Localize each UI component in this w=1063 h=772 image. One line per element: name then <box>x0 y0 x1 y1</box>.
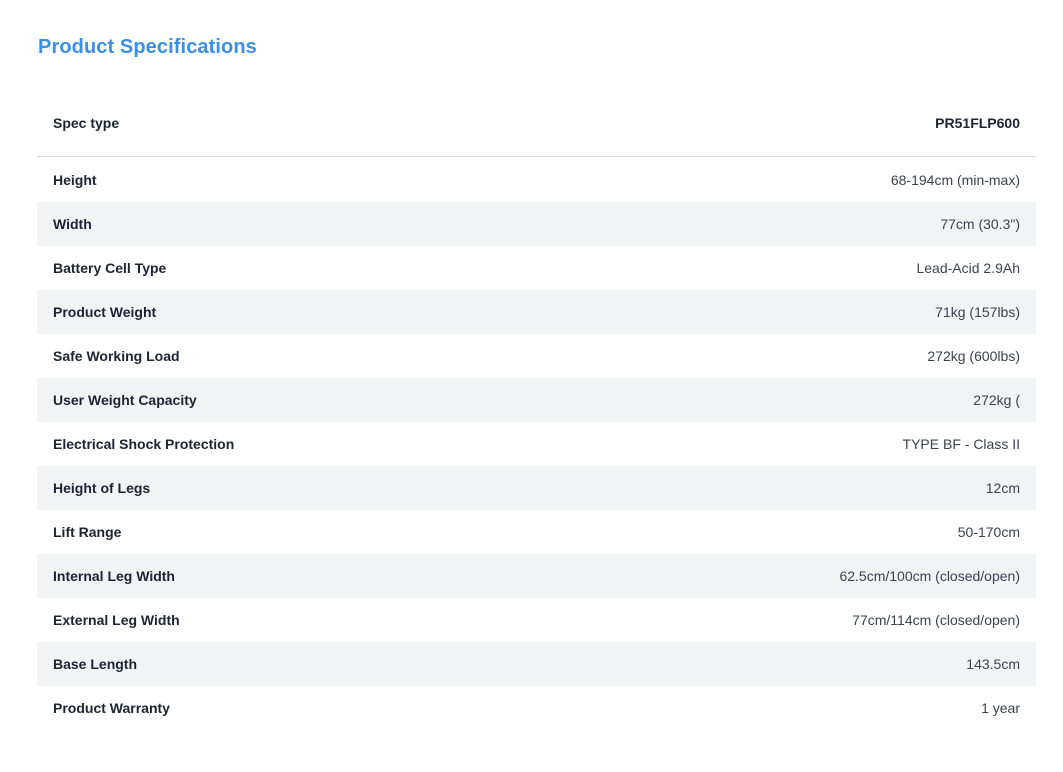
spec-label: Electrical Shock Protection <box>53 436 235 452</box>
spec-label: User Weight Capacity <box>53 392 197 408</box>
page-title: Product Specifications <box>38 36 257 58</box>
spec-header-value: PR51FLP600 <box>935 115 1020 131</box>
spec-label: External Leg Width <box>53 612 180 628</box>
spec-label: Product Warranty <box>53 700 170 716</box>
spec-table: Spec type PR51FLP600 Height 68-194cm (mi… <box>37 90 1036 730</box>
spec-row-product-weight: Product Weight 71kg (157lbs) <box>37 290 1036 334</box>
spec-row-height: Height 68-194cm (min-max) <box>37 158 1036 202</box>
spec-row-product-warranty: Product Warranty 1 year <box>37 686 1036 730</box>
spec-label: Safe Working Load <box>53 348 180 364</box>
spec-label: Internal Leg Width <box>53 568 175 584</box>
spec-row-internal-leg-width: Internal Leg Width 62.5cm/100cm (closed/… <box>37 554 1036 598</box>
spec-row-battery-cell-type: Battery Cell Type Lead-Acid 2.9Ah <box>37 246 1036 290</box>
spec-value: 272kg (600lbs) <box>927 348 1020 364</box>
spec-row-user-weight-capacity: User Weight Capacity 272kg ( <box>37 378 1036 422</box>
spec-row-lift-range: Lift Range 50-170cm <box>37 510 1036 554</box>
spec-label: Base Length <box>53 656 138 672</box>
spec-value: 1 year <box>981 700 1020 716</box>
spec-value: 68-194cm (min-max) <box>890 172 1020 188</box>
spec-header-label: Spec type <box>53 115 120 131</box>
spec-value: 50-170cm <box>957 524 1020 540</box>
spec-value: 62.5cm/100cm (closed/open) <box>839 568 1020 584</box>
spec-value: Lead-Acid 2.9Ah <box>916 260 1020 276</box>
spec-header-row: Spec type PR51FLP600 <box>37 90 1036 157</box>
spec-value: 77cm (30.3") <box>940 216 1020 232</box>
spec-label: Width <box>53 216 92 232</box>
spec-label: Product Weight <box>53 304 157 320</box>
spec-page: Product Specifications Spec type PR51FLP… <box>0 0 1063 772</box>
spec-value: 143.5cm <box>966 656 1020 672</box>
spec-row-base-length: Base Length 143.5cm <box>37 642 1036 686</box>
spec-label: Lift Range <box>53 524 122 540</box>
spec-value: 272kg ( <box>973 392 1020 408</box>
spec-label: Height of Legs <box>53 480 151 496</box>
spec-label: Height <box>53 172 97 188</box>
spec-row-width: Width 77cm (30.3") <box>37 202 1036 246</box>
spec-row-external-leg-width: External Leg Width 77cm/114cm (closed/op… <box>37 598 1036 642</box>
spec-value: 71kg (157lbs) <box>935 304 1020 320</box>
spec-value: 77cm/114cm (closed/open) <box>852 612 1020 628</box>
spec-row-safe-working-load: Safe Working Load 272kg (600lbs) <box>37 334 1036 378</box>
spec-label: Battery Cell Type <box>53 260 167 276</box>
spec-row-height-of-legs: Height of Legs 12cm <box>37 466 1036 510</box>
spec-value: 12cm <box>985 480 1020 496</box>
spec-value: TYPE BF - Class II <box>902 436 1020 452</box>
spec-row-electrical-shock-protection: Electrical Shock Protection TYPE BF - Cl… <box>37 422 1036 466</box>
